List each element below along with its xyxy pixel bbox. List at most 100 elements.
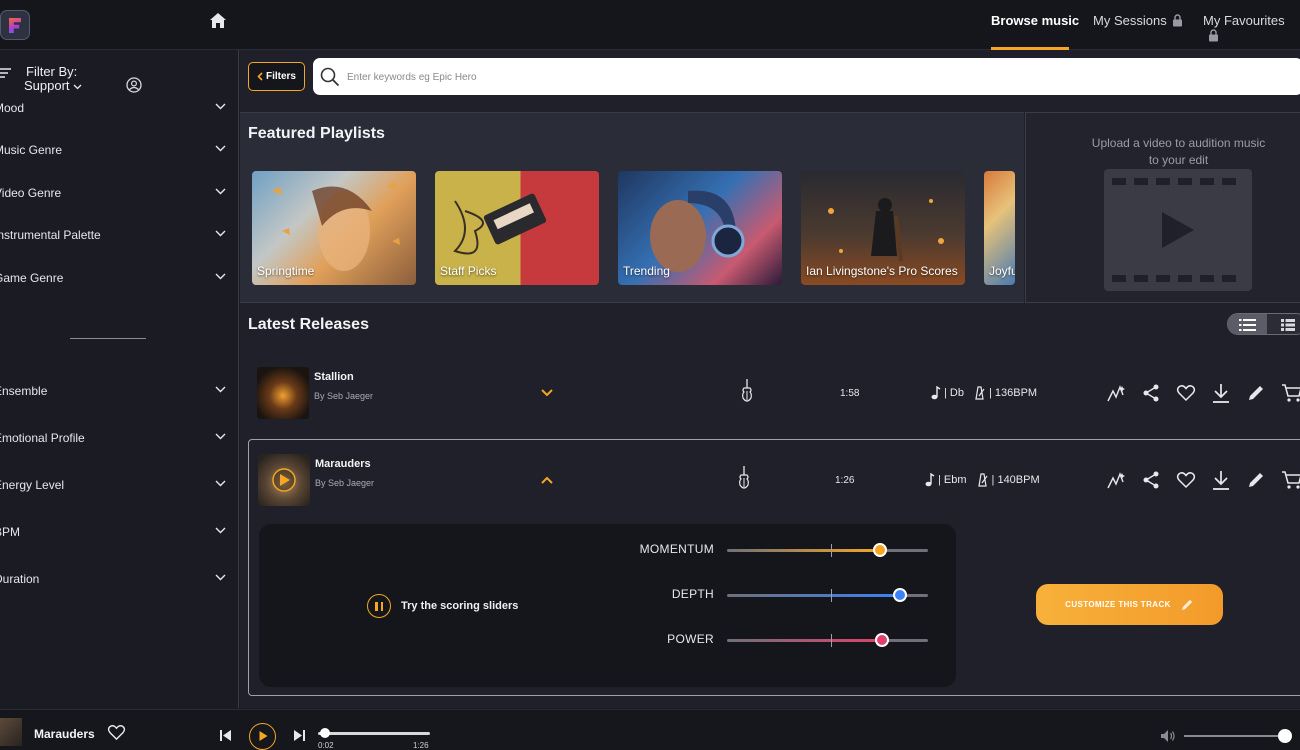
filter-music-genre[interactable]: Music Genre	[0, 140, 239, 162]
filter-game-genre-label: Game Genre	[0, 271, 64, 285]
total-time: 1:26	[413, 741, 429, 750]
volume-icon[interactable]	[1160, 729, 1176, 743]
depth-slider[interactable]	[727, 588, 928, 602]
search-input[interactable]	[347, 66, 947, 88]
playlist-card[interactable]: Springtime	[252, 171, 416, 285]
violin-icon	[742, 379, 752, 402]
filters-button[interactable]: Filters	[248, 62, 305, 91]
app-logo[interactable]	[0, 10, 30, 40]
download-icon[interactable]	[1211, 470, 1231, 490]
list-icon	[1239, 319, 1256, 331]
favourite-heart-icon[interactable]	[1176, 383, 1196, 403]
edit-pencil-icon[interactable]	[1246, 470, 1266, 490]
chevron-down-icon	[215, 527, 226, 534]
chevron-down-icon	[73, 84, 82, 90]
video-upload-panel[interactable]: Upload a video to audition music to your…	[1025, 112, 1300, 303]
track-row[interactable]: Marauders By Seb Jaeger 1:26 | Ebm | 140…	[249, 440, 1300, 518]
track-title: Marauders	[315, 458, 371, 470]
slider-fill	[727, 594, 900, 597]
support-dropdown[interactable]: Support	[24, 78, 82, 93]
filter-duration[interactable]: Duration	[0, 569, 239, 591]
chevron-up-icon[interactable]	[541, 476, 553, 484]
slider-knob[interactable]	[873, 543, 887, 557]
filter-video-genre[interactable]: Video Genre	[0, 183, 239, 205]
play-overlay-icon	[272, 468, 296, 492]
try-scoring-sliders[interactable]: Try the scoring sliders	[367, 594, 518, 618]
playlist-card[interactable]: Ian Livingstone's Pro Scores	[801, 171, 965, 285]
share-icon[interactable]	[1141, 470, 1161, 490]
favourite-heart-icon[interactable]	[1176, 470, 1196, 490]
track-row[interactable]: Stallion By Seb Jaeger 1:58 | Db | 136BP…	[248, 353, 1300, 431]
volume-slider[interactable]	[1184, 735, 1290, 737]
filter-instrumental-palette[interactable]: Instrumental Palette	[0, 225, 239, 247]
film-play-icon	[1112, 178, 1236, 282]
playlist-card[interactable]: Trending	[618, 171, 782, 285]
playlist-card[interactable]: Joyful	[984, 171, 1015, 285]
filter-mood[interactable]: Mood	[0, 98, 239, 120]
slider-knob[interactable]	[875, 633, 889, 647]
filter-bpm[interactable]: BPM	[0, 522, 239, 544]
filter-music-genre-label: Music Genre	[0, 143, 63, 157]
similar-tracks-icon[interactable]	[1106, 383, 1126, 403]
playlist-name: Staff Picks	[440, 264, 497, 278]
momentum-slider[interactable]	[727, 543, 928, 557]
filter-energy-level[interactable]: Energy Level	[0, 475, 239, 497]
pause-icon[interactable]	[367, 594, 391, 618]
download-icon[interactable]	[1211, 383, 1231, 403]
slider-center-mark	[831, 589, 832, 602]
nav-my-favourites[interactable]: My Favourites	[1203, 13, 1300, 43]
filter-by-label: Filter By:	[26, 64, 78, 79]
lock-icon	[1209, 29, 1218, 42]
track-title: Stallion	[314, 371, 354, 383]
track-actions	[1106, 383, 1300, 403]
chevron-down-icon[interactable]	[541, 389, 553, 397]
filter-duration-label: Duration	[0, 572, 40, 586]
list-view-button[interactable]	[1228, 314, 1267, 334]
chevron-down-icon	[215, 386, 226, 393]
similar-tracks-icon[interactable]	[1106, 470, 1126, 490]
nav-browse-music[interactable]: Browse music	[991, 13, 1079, 28]
favourite-heart-icon[interactable]	[107, 724, 126, 741]
skip-previous-icon[interactable]	[219, 729, 232, 742]
track-duration: 1:58	[840, 388, 860, 399]
track-artist: By Seb Jaeger	[314, 391, 374, 401]
try-scoring-label: Try the scoring sliders	[401, 600, 519, 612]
slider-fill	[727, 639, 882, 642]
filter-emotional-profile[interactable]: Emotional Profile	[0, 428, 239, 450]
edit-pencil-icon	[1181, 599, 1193, 610]
slider-knob[interactable]	[893, 588, 907, 602]
track-bpm: | 136BPM	[988, 387, 1038, 399]
track-artist: By Seb Jaeger	[315, 478, 375, 488]
nav-my-sessions[interactable]: My Sessions	[1093, 13, 1183, 28]
share-icon[interactable]	[1141, 383, 1161, 403]
progress-knob[interactable]	[320, 728, 331, 738]
upload-video-text: Upload a video to audition music to your…	[1091, 136, 1266, 167]
skip-next-icon[interactable]	[293, 729, 306, 742]
filter-lines-icon[interactable]	[0, 67, 12, 79]
support-label: Support	[24, 78, 70, 93]
latest-releases-title: Latest Releases	[248, 316, 369, 333]
customize-track-label: CUSTOMIZE THIS TRACK	[1065, 600, 1171, 609]
power-slider[interactable]	[727, 633, 928, 647]
play-button[interactable]	[249, 723, 276, 750]
playlist-card[interactable]: Staff Picks	[435, 171, 599, 285]
cart-icon[interactable]	[1281, 470, 1300, 490]
filter-ensemble[interactable]: Ensemble	[0, 381, 239, 403]
audio-player-bar: Marauders 0:02 1:26	[0, 709, 1300, 750]
chevron-down-icon	[215, 433, 226, 440]
user-profile-icon[interactable]	[126, 77, 142, 93]
progress-bar[interactable]	[318, 732, 430, 735]
customize-track-button[interactable]: CUSTOMIZE THIS TRACK	[1036, 584, 1223, 625]
grid-view-button[interactable]	[1268, 314, 1300, 334]
filter-instrumental-palette-label: Instrumental Palette	[0, 228, 101, 242]
cart-icon[interactable]	[1281, 383, 1300, 403]
expanded-track-card: Marauders By Seb Jaeger 1:26 | Ebm | 140…	[248, 439, 1300, 696]
chevron-down-icon	[215, 103, 226, 110]
edit-pencil-icon[interactable]	[1246, 383, 1266, 403]
nav-my-sessions-label: My Sessions	[1093, 13, 1167, 28]
filter-game-genre[interactable]: Game Genre	[0, 268, 239, 290]
volume-knob[interactable]	[1277, 729, 1292, 743]
filter-bpm-label: BPM	[0, 525, 21, 539]
home-icon[interactable]	[208, 11, 228, 31]
track-bpm: | 140BPM	[991, 474, 1040, 486]
